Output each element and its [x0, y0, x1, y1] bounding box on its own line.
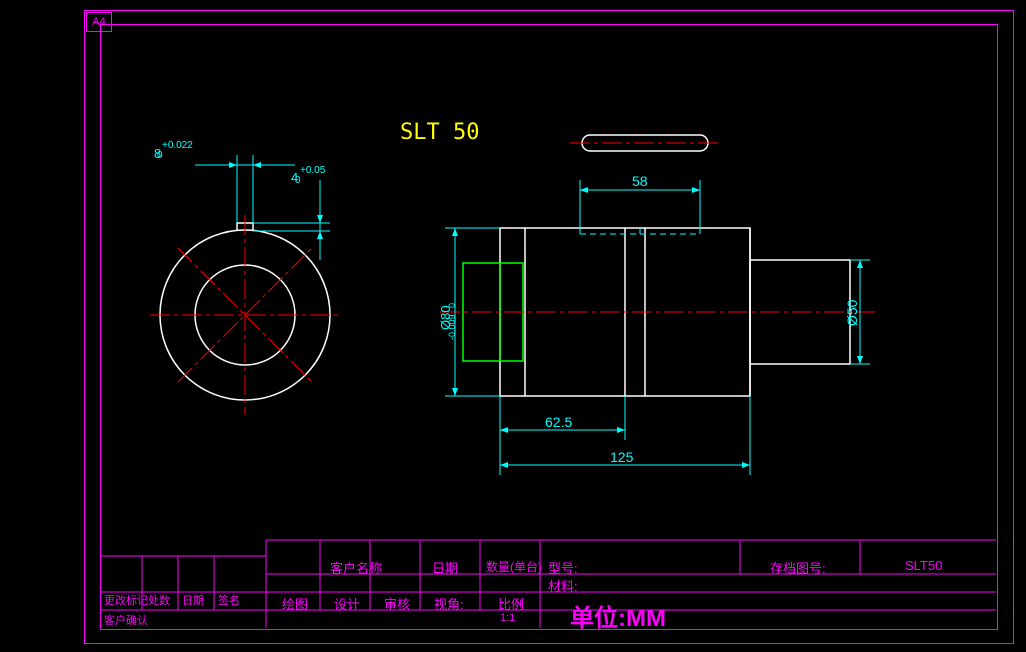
side-view — [440, 228, 875, 396]
dim-8-upper: +0.022 — [162, 140, 193, 151]
dim-50-text: Ø50 — [844, 300, 860, 326]
dim-4-upper: +0.05 — [300, 165, 325, 176]
drawing-canvas: A4 SLT 50 — [0, 0, 1026, 652]
tb-model: 型号: — [548, 558, 578, 577]
tb-scale: 比例 — [498, 594, 524, 613]
tb-units: 单位:MM — [570, 598, 666, 633]
dim-keyway-depth — [253, 180, 330, 260]
tb-cust-confirm: 客户确认 — [104, 612, 148, 628]
dim-80-lower: -0.009 — [447, 314, 457, 340]
tb-material: 材料: — [548, 576, 578, 595]
dim-4-lower: 0 — [295, 175, 301, 186]
tb-design: 设计 — [334, 594, 360, 613]
tb-date: 日期 — [182, 592, 204, 608]
tb-draw: 绘图 — [282, 594, 308, 613]
tb-scale-val: 1:1 — [500, 612, 515, 624]
drawing-svg — [0, 0, 1026, 652]
tb-process: 处数 — [148, 592, 170, 608]
tb-archive-no: SLT50 — [905, 558, 942, 573]
tb-customer: 客户名称 — [330, 558, 382, 577]
dim-8-lower: 0 — [157, 150, 163, 161]
tb-date-h: 日期 — [432, 558, 458, 577]
dim-keyway-width — [195, 155, 295, 223]
tb-view: 视角: — [434, 594, 464, 613]
tb-check: 审核 — [384, 594, 410, 613]
dim-58-text: 58 — [632, 173, 648, 189]
tb-sign: 签名 — [218, 592, 240, 608]
dim-125-text: 125 — [610, 449, 633, 465]
tb-qty: 数量(单台) — [486, 558, 542, 575]
tb-archive: 存档图号: — [770, 558, 826, 577]
tb-change-mark: 更改标记 — [104, 592, 148, 608]
key-top-view — [570, 135, 720, 151]
front-view — [150, 215, 340, 415]
dim-62-5-text: 62.5 — [545, 414, 572, 430]
dim-80-upper: 0 — [447, 303, 457, 308]
